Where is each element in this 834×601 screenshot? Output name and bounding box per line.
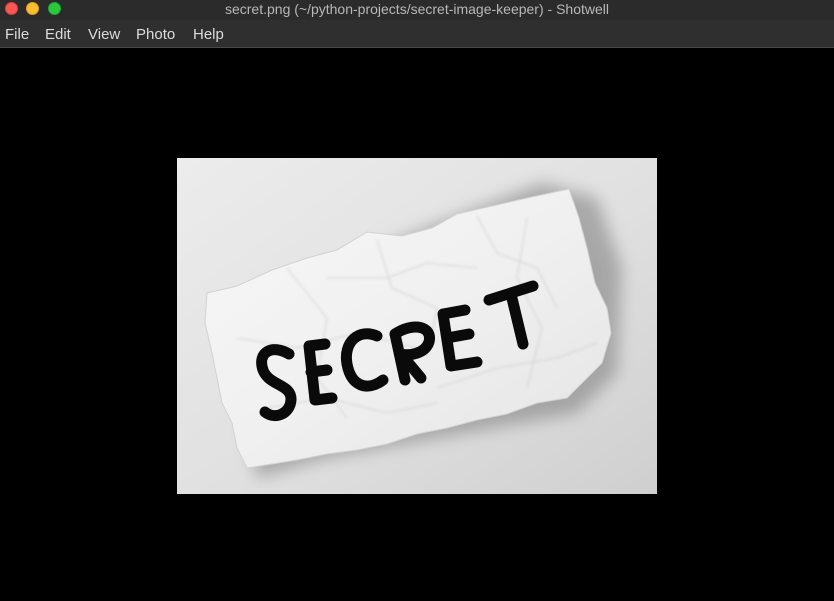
menu-help[interactable]: Help — [193, 26, 224, 44]
menu-photo[interactable]: Photo — [136, 26, 175, 44]
shotwell-window: secret.png (~/python-projects/secret-ima… — [0, 0, 834, 601]
menu-bar: File Edit View Photo Help — [0, 20, 834, 48]
photo-viewer[interactable] — [0, 48, 834, 601]
title-bar[interactable]: secret.png (~/python-projects/secret-ima… — [0, 0, 834, 20]
secret-photo — [177, 158, 657, 494]
window-title: secret.png (~/python-projects/secret-ima… — [224, 1, 609, 17]
menu-file[interactable]: File — [5, 26, 29, 44]
menu-view[interactable]: View — [88, 26, 120, 44]
menu-edit[interactable]: Edit — [45, 26, 71, 44]
